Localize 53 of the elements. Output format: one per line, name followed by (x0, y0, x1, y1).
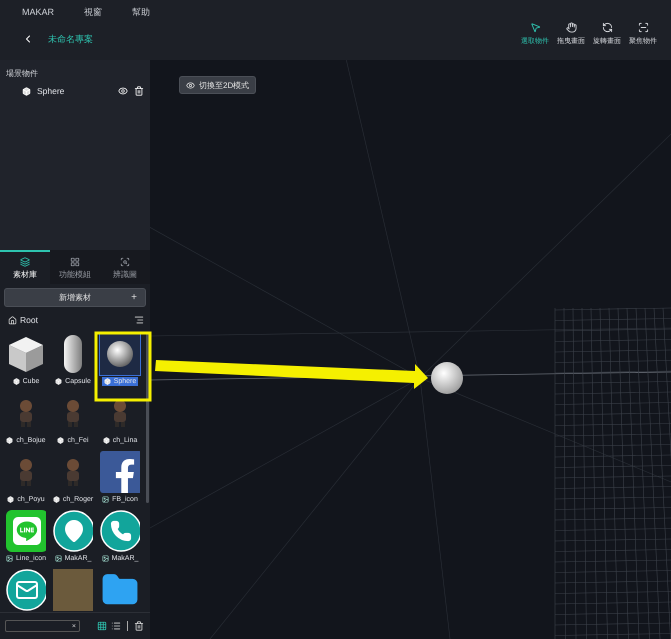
cube-icon (7, 496, 14, 503)
asset-thumbnail[interactable] (99, 450, 141, 494)
asset-thumbnail[interactable] (52, 568, 94, 612)
scrollbar[interactable] (146, 333, 149, 503)
project-title: 未命名專案 (48, 32, 93, 46)
trash-icon[interactable] (134, 621, 144, 631)
layers-icon (20, 256, 30, 266)
folder-path[interactable]: Root (8, 315, 38, 325)
plus-icon: + (131, 292, 137, 303)
add-asset-button[interactable]: 新增素材 + (4, 288, 146, 307)
eye-icon[interactable] (118, 86, 128, 96)
menu-item[interactable]: 幫助 (132, 6, 150, 18)
highlight-frame (94, 332, 152, 402)
sphere-drawing (106, 340, 134, 368)
menu-item[interactable]: 視窗 (84, 6, 102, 18)
hand-icon (566, 22, 576, 33)
grid-view-icon[interactable] (97, 621, 107, 631)
cube-icon (52, 496, 60, 503)
capsule-drawing (63, 334, 83, 374)
sort-icon[interactable] (134, 315, 144, 325)
photo-placeholder (53, 569, 93, 611)
modules-icon (70, 256, 80, 266)
facebook-logo-icon (100, 451, 140, 493)
cube-icon (104, 378, 111, 385)
cube-icon (57, 437, 64, 444)
cube-icon (12, 378, 20, 385)
image-icon (54, 555, 62, 562)
library-tab[interactable]: 辨識圖 (100, 250, 150, 284)
library-tab[interactable]: 功能模組 (50, 250, 100, 284)
image-icon (102, 555, 109, 562)
cube-icon (6, 437, 14, 444)
chat-logo-icon (6, 510, 46, 552)
asset-thumbnail[interactable] (5, 509, 47, 553)
home-icon (8, 316, 17, 324)
eye-icon (186, 80, 195, 90)
cube-icon (102, 437, 110, 444)
cube-icon (22, 86, 31, 96)
cube-drawing (7, 335, 45, 373)
menu-item[interactable]: MAKAR (22, 7, 54, 17)
list-view-icon[interactable] (111, 621, 121, 631)
focus-icon (638, 22, 648, 33)
object-name[interactable]: Sphere (37, 86, 112, 96)
scan-icon (120, 256, 130, 266)
pointer-icon (530, 22, 540, 33)
trash-icon[interactable] (134, 86, 144, 96)
sphere-drawing[interactable] (431, 362, 463, 394)
panel-title: 場景物件 (6, 68, 39, 79)
rotate-icon (602, 22, 612, 33)
mode-toggle-button[interactable]: 切換至2D模式 (179, 76, 256, 94)
image-icon (102, 496, 110, 503)
cube-icon (55, 378, 62, 385)
asset-thumbnail[interactable] (99, 332, 141, 376)
image-icon (6, 555, 14, 562)
